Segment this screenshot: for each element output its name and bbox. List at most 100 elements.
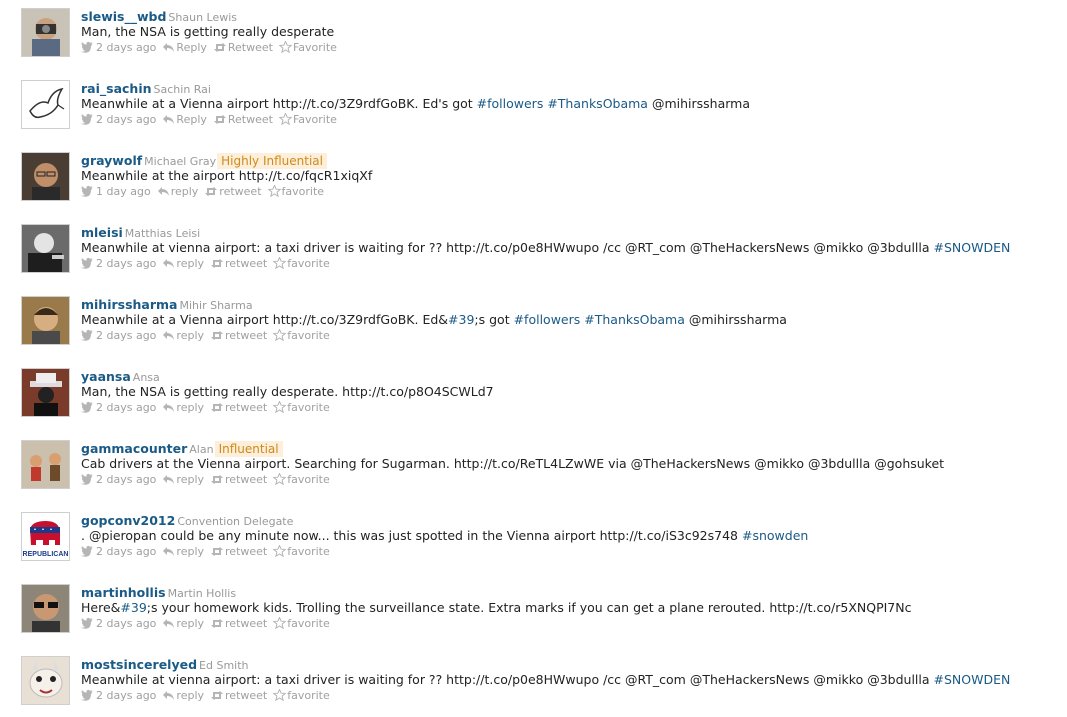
user-real-name: Ed Smith (199, 659, 249, 672)
bw-portrait-avatar[interactable] (21, 224, 70, 273)
favorite-button[interactable]: favorite (267, 184, 325, 200)
toy-figures-avatar[interactable] (21, 440, 70, 489)
retweet-button[interactable]: retweet (210, 328, 267, 344)
hashtag-link[interactable]: #39 (448, 312, 474, 327)
favorite-button[interactable]: favorite (272, 472, 330, 488)
tweet-content: yaansa Ansa Man, the NSA is getting really… (81, 368, 1061, 416)
reply-button[interactable]: reply (162, 544, 204, 560)
timestamp-text: 2 days ago (96, 329, 157, 342)
retweet-button[interactable]: retweet (210, 400, 267, 416)
tweet-text-segment: Cab drivers at the Vienna airport. Searc… (81, 456, 945, 471)
reply-button[interactable]: reply (162, 328, 204, 344)
tweet-text-segment: ;s your homework kids. Trolling the surv… (146, 600, 912, 615)
favorite-button[interactable]: favorite (272, 328, 330, 344)
tweet-text: Meanwhile at vienna airport: a taxi driv… (81, 672, 1061, 688)
reply-button[interactable]: reply (162, 688, 204, 704)
timestamp-link[interactable]: 2 days ago (81, 544, 156, 560)
retweet-button[interactable]: retweet (210, 472, 267, 488)
timestamp-link[interactable]: 2 days ago (81, 472, 156, 488)
timestamp-link[interactable]: 2 days ago (81, 40, 156, 56)
timestamp-link[interactable]: 1 day ago (81, 184, 151, 200)
timestamp-link[interactable]: 2 days ago (81, 616, 156, 632)
republican-avatar-text: REPUBLICAN (23, 551, 69, 558)
tweet-row: mostsincerelyed Ed Smith Meanwhile at vien… (21, 656, 1061, 708)
timestamp-link[interactable]: 2 days ago (81, 688, 156, 704)
llama-avatar[interactable] (21, 656, 70, 705)
reply-button[interactable]: reply (157, 184, 198, 200)
retweet-button[interactable]: retweet (210, 616, 267, 632)
user-handle-link[interactable]: mihirssharma (81, 297, 178, 312)
reply-button[interactable]: reply (162, 256, 204, 272)
twitter-bird-icon (81, 401, 96, 414)
hashtag-link[interactable]: #SNOWDEN (934, 240, 1011, 255)
retweet-button[interactable]: retweet (204, 184, 262, 200)
man-portrait-avatar[interactable] (21, 296, 70, 345)
favorite-button[interactable]: favorite (272, 616, 330, 632)
user-handle-link[interactable]: rai_sachin (81, 81, 152, 96)
retweet-arrows-icon (210, 401, 225, 414)
man-with-camera-avatar[interactable] (21, 8, 70, 57)
favorite-button[interactable]: favorite (272, 256, 330, 272)
timestamp-link[interactable]: 2 days ago (81, 112, 156, 128)
tweet-content: gammacounter Alan Influential Cab drivers a… (81, 440, 1061, 488)
retweet-button[interactable]: retweet (210, 544, 267, 560)
user-real-name: Convention Delegate (177, 515, 294, 528)
republican-elephant-avatar[interactable]: REPUBLICAN (21, 512, 70, 561)
tweet-content: mostsincerelyed Ed Smith Meanwhile at vien… (81, 656, 1061, 704)
hat-figure-avatar[interactable] (21, 368, 70, 417)
hashtag-link[interactable]: #followers (477, 96, 544, 111)
hashtag-link[interactable]: #ThanksObama (547, 96, 648, 111)
man-with-glasses-avatar[interactable] (21, 152, 70, 201)
favorite-button[interactable]: favorite (272, 688, 330, 704)
star-icon (278, 40, 293, 54)
favorite-label: favorite (287, 257, 330, 270)
reply-arrow-icon (162, 401, 176, 414)
reply-button[interactable]: reply (162, 472, 204, 488)
tweet-header: gammacounter Alan Influential (81, 440, 1061, 457)
tweet-text-segment: . @pieropan could be any minute now... t… (81, 528, 742, 543)
user-handle-link[interactable]: yaansa (81, 369, 131, 384)
user-handle-link[interactable]: mostsincerelyed (81, 657, 197, 672)
favorite-button[interactable]: favorite (272, 544, 330, 560)
user-handle-link[interactable]: gopconv2012 (81, 513, 175, 528)
tweet-row: martinhollis Martin Hollis Here&#39;s your… (21, 584, 1061, 636)
retweet-button[interactable]: Retweet (213, 112, 273, 128)
user-handle-link[interactable]: gammacounter (81, 441, 187, 456)
timestamp-link[interactable]: 2 days ago (81, 256, 156, 272)
tweet-header: mihirssharma Mihir Sharma (81, 296, 1061, 312)
retweet-arrows-icon (210, 329, 225, 342)
tweet-text: Meanwhile at a Vienna airport http://t.c… (81, 312, 1061, 328)
user-handle-link[interactable]: martinhollis (81, 585, 166, 600)
retweet-button[interactable]: Retweet (213, 40, 273, 56)
hashtag-link[interactable]: #39 (120, 600, 146, 615)
retweet-label: retweet (225, 401, 268, 414)
hashtag-link[interactable]: #ThanksObama (584, 312, 685, 327)
retweet-button[interactable]: retweet (210, 688, 267, 704)
dove-avatar[interactable] (21, 80, 70, 129)
hashtag-link[interactable]: #followers (514, 312, 581, 327)
reply-button[interactable]: Reply (162, 40, 207, 56)
influence-badge: Highly Influential (217, 153, 327, 169)
retweet-button[interactable]: retweet (210, 256, 267, 272)
hashtag-link[interactable]: #SNOWDEN (934, 672, 1011, 687)
reply-label: Reply (176, 113, 207, 126)
favorite-button[interactable]: Favorite (278, 112, 337, 128)
reply-arrow-icon (162, 473, 176, 486)
reply-button[interactable]: Reply (162, 112, 207, 128)
reply-button[interactable]: reply (162, 616, 204, 632)
timestamp-link[interactable]: 2 days ago (81, 328, 156, 344)
favorite-label: favorite (281, 185, 325, 198)
tweet-header: yaansa Ansa (81, 368, 1061, 384)
favorite-button[interactable]: favorite (272, 400, 330, 416)
user-handle-link[interactable]: slewis__wbd (81, 9, 166, 24)
user-handle-link[interactable]: mleisi (81, 225, 123, 240)
man-sunglasses-avatar[interactable] (21, 584, 70, 633)
user-handle-link[interactable]: graywolf (81, 153, 142, 168)
retweet-label: retweet (225, 329, 268, 342)
favorite-button[interactable]: Favorite (278, 40, 337, 56)
timestamp-link[interactable]: 2 days ago (81, 400, 156, 416)
reply-button[interactable]: reply (162, 400, 204, 416)
hashtag-link[interactable]: #snowden (742, 528, 808, 543)
timestamp-text: 2 days ago (96, 473, 157, 486)
retweet-label: retweet (225, 689, 268, 702)
